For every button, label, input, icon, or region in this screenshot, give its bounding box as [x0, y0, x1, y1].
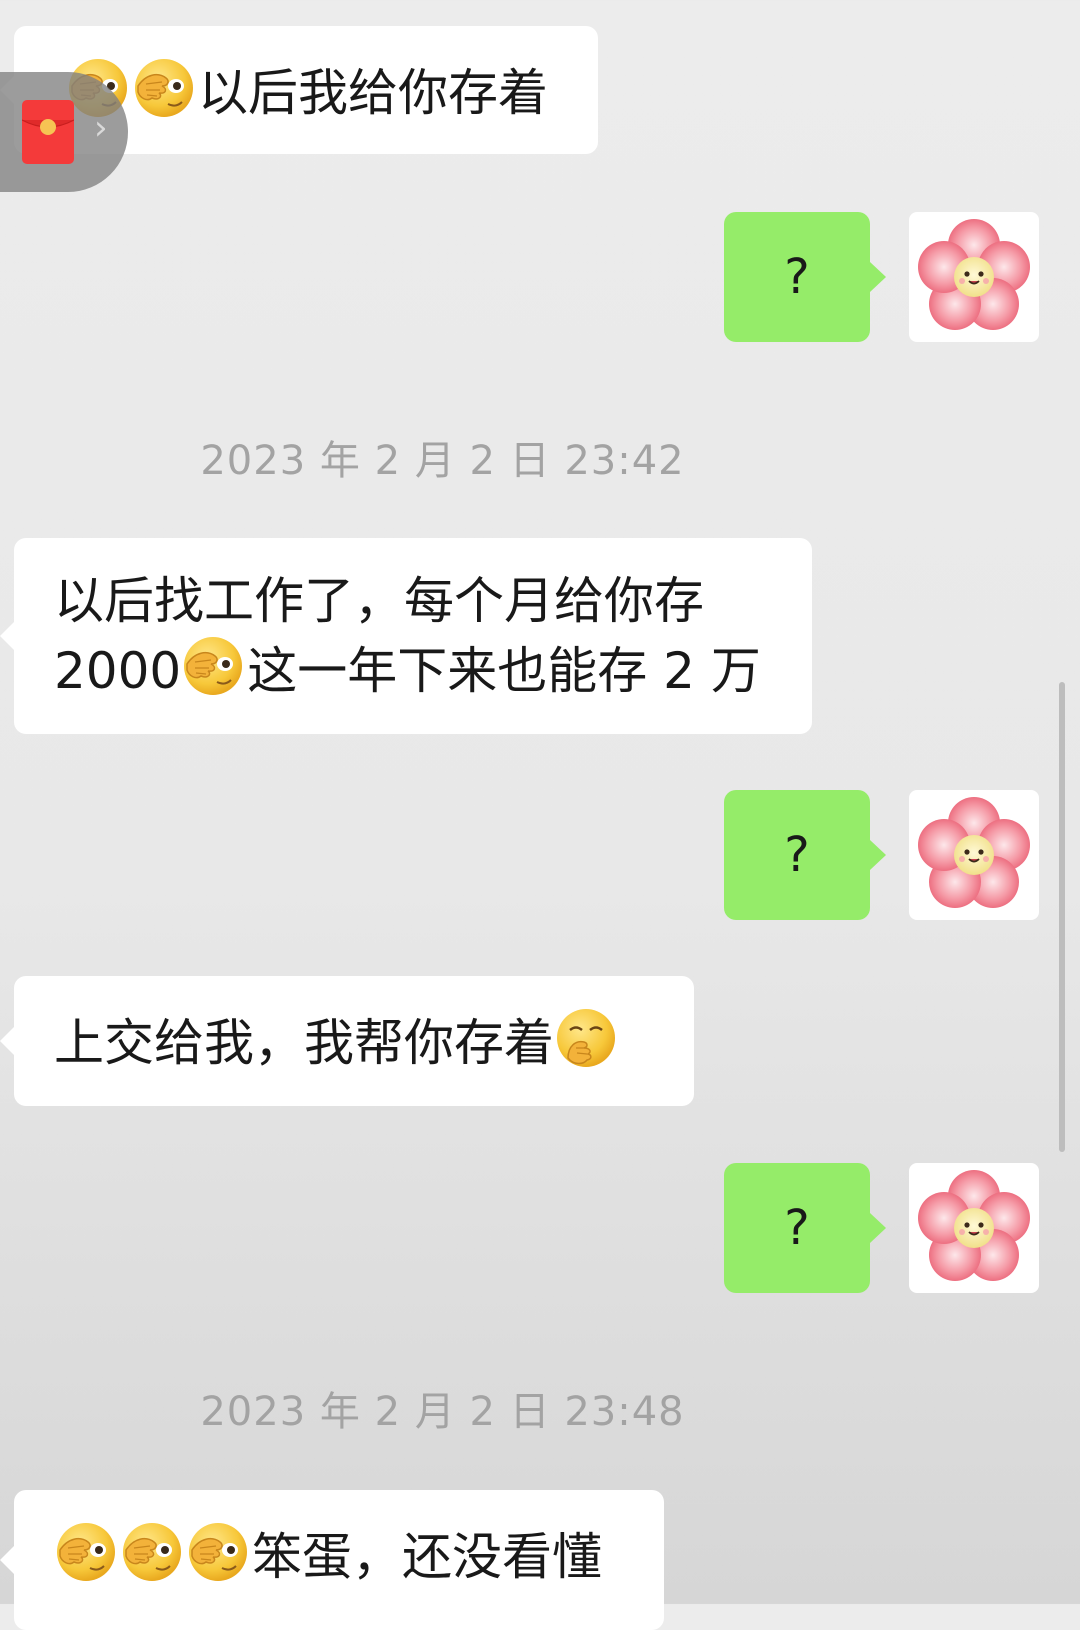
message-timestamp: 2023 年 2 月 2 日 23:48	[200, 1389, 685, 1435]
facepalm-peek-emoji	[132, 56, 196, 120]
avatar[interactable]	[909, 1163, 1039, 1293]
avatar[interactable]	[909, 212, 1039, 342]
scrollbar[interactable]	[1059, 682, 1065, 1152]
facepalm-peek-emoji	[120, 1520, 184, 1584]
message-text: 笨蛋，还没看懂	[252, 1528, 602, 1586]
floating-red-packet[interactable]: ›	[0, 72, 128, 192]
message-text: ?	[784, 1200, 810, 1256]
chevron-right-icon: ›	[94, 108, 108, 148]
message-text-line-2: 这一年下来也能存 2 万	[247, 642, 761, 700]
message-text: 上交给我，我帮你存着	[54, 1014, 554, 1072]
smirk-hand-over-mouth-emoji	[554, 1006, 618, 1070]
incoming-message-bubble[interactable]: 以后找工作了，每个月给你存 2000 这一年下来也能存 2 万	[0, 538, 812, 734]
message-text-line-1: 以后找工作了，每个月给你存	[54, 572, 704, 630]
facepalm-peek-emoji	[54, 1520, 118, 1584]
incoming-message-bubble[interactable]: 笨蛋，还没看懂	[0, 1490, 664, 1630]
red-packet-icon	[22, 100, 74, 164]
facepalm-peek-emoji	[186, 1520, 250, 1584]
incoming-message-bubble[interactable]: 上交给我，我帮你存着	[0, 976, 694, 1106]
avatar[interactable]	[909, 790, 1039, 920]
message-text: ?	[784, 249, 810, 305]
facepalm-peek-emoji	[181, 634, 245, 698]
message-text-line-2-number: 2000	[54, 642, 182, 700]
chat-history[interactable]: 以后我给你存着 › ? 2023 年 2 月 2 日 23:42 以后找工作了，…	[0, 0, 1080, 1630]
pink-flower-avatar-icon	[909, 212, 1039, 342]
outgoing-message-bubble[interactable]: ?	[724, 212, 886, 342]
message-text: 以后我给你存着	[198, 64, 548, 122]
pink-flower-avatar-icon	[909, 790, 1039, 920]
pink-flower-avatar-icon	[909, 1163, 1039, 1293]
message-timestamp: 2023 年 2 月 2 日 23:42	[200, 438, 685, 484]
message-text: ?	[784, 827, 810, 883]
outgoing-message-bubble[interactable]: ?	[724, 1163, 886, 1293]
outgoing-message-bubble[interactable]: ?	[724, 790, 886, 920]
